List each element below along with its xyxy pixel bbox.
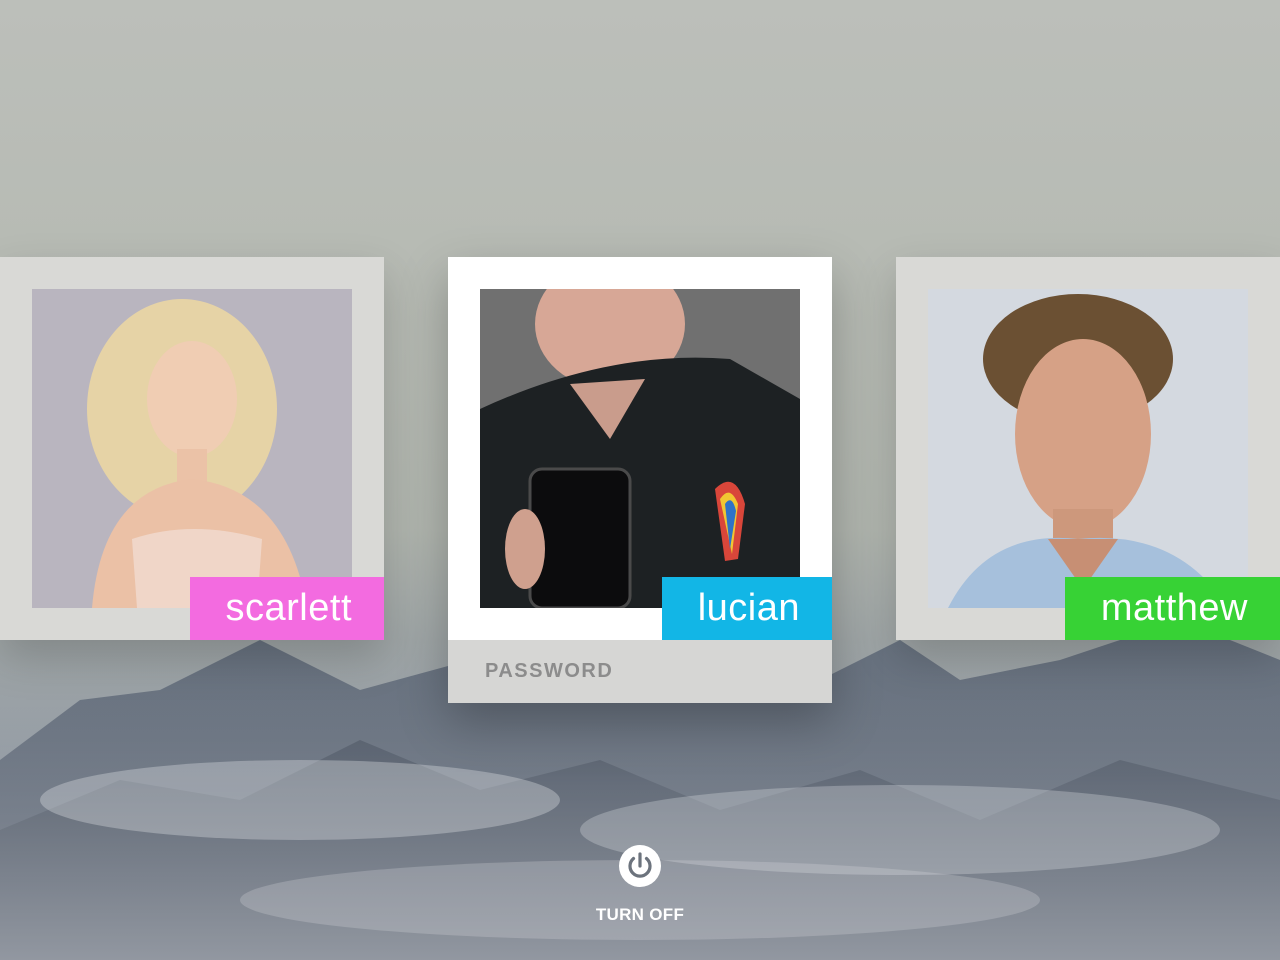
user-name-tag: matthew <box>1064 577 1280 640</box>
user-card-scarlett[interactable]: scarlett <box>0 257 384 640</box>
password-input[interactable] <box>448 640 832 703</box>
avatar[interactable] <box>32 289 352 608</box>
user-card-lucian[interactable]: lucian <box>448 257 832 703</box>
turn-off-button[interactable]: TURN OFF <box>560 845 720 935</box>
power-icon <box>619 845 661 887</box>
user-card-matthew[interactable]: matthew <box>896 257 1280 640</box>
avatar[interactable] <box>480 289 800 608</box>
user-name-tag: lucian <box>661 577 832 640</box>
user-name-tag: scarlett <box>189 577 384 640</box>
avatar[interactable] <box>928 289 1248 608</box>
password-field[interactable] <box>448 640 832 703</box>
turn-off-label: TURN OFF <box>595 905 685 924</box>
